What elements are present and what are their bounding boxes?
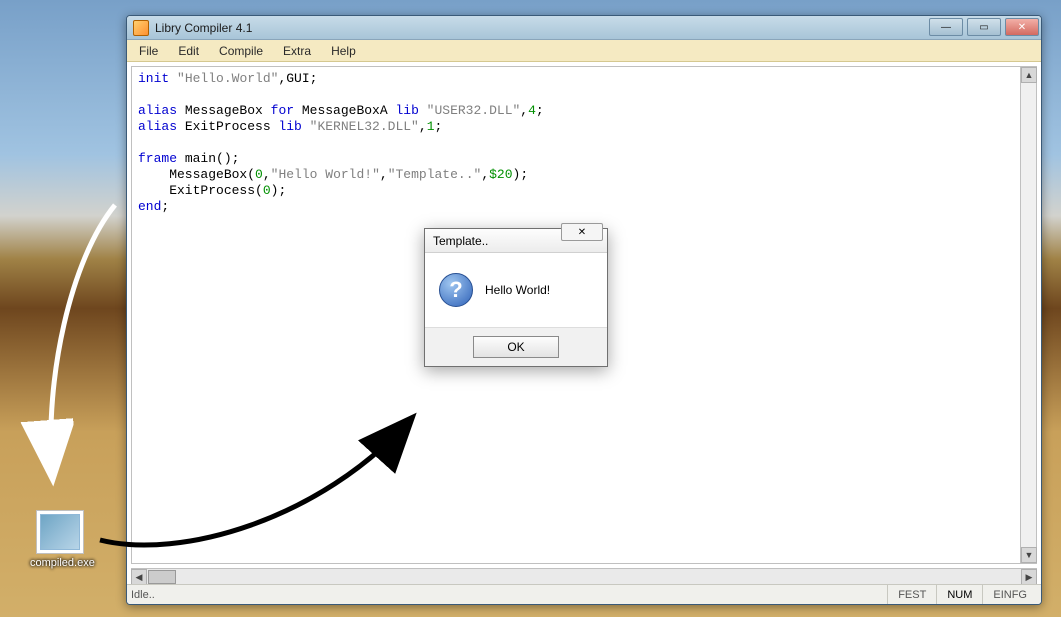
dialog-message: Hello World! — [485, 283, 550, 297]
app-icon — [133, 20, 149, 36]
window-title: Libry Compiler 4.1 — [155, 21, 252, 35]
status-num: NUM — [936, 585, 982, 604]
menu-compile[interactable]: Compile — [209, 42, 273, 60]
status-text: Idle.. — [131, 589, 887, 601]
scroll-down-icon[interactable]: ▼ — [1021, 547, 1037, 563]
status-fest: FEST — [887, 585, 936, 604]
scroll-left-icon[interactable]: ◀ — [131, 569, 147, 585]
statusbar: Idle.. FEST NUM EINFG — [127, 584, 1041, 604]
messagebox-dialog: ✕ Template.. ? Hello World! OK — [424, 228, 608, 367]
file-icon — [36, 510, 84, 554]
question-icon: ? — [439, 273, 473, 307]
desktop-icon-label: compiled.exe — [30, 557, 90, 569]
titlebar[interactable]: Libry Compiler 4.1 — ▭ ✕ — [127, 16, 1041, 40]
menu-extra[interactable]: Extra — [273, 42, 321, 60]
desktop-icon-compiled-exe[interactable]: compiled.exe — [30, 510, 90, 569]
menu-file[interactable]: File — [129, 42, 168, 60]
menu-edit[interactable]: Edit — [168, 42, 209, 60]
close-button[interactable]: ✕ — [1005, 18, 1039, 36]
dialog-close-button[interactable]: ✕ — [561, 223, 603, 241]
scroll-thumb[interactable] — [148, 570, 176, 584]
close-icon: ✕ — [578, 227, 586, 238]
minimize-button[interactable]: — — [929, 18, 963, 36]
vertical-scrollbar[interactable]: ▲ ▼ — [1020, 67, 1036, 563]
maximize-button[interactable]: ▭ — [967, 18, 1001, 36]
ok-button[interactable]: OK — [473, 336, 559, 358]
menu-help[interactable]: Help — [321, 42, 366, 60]
horizontal-scrollbar[interactable]: ◀ ▶ — [131, 568, 1037, 584]
scroll-up-icon[interactable]: ▲ — [1021, 67, 1037, 83]
scroll-right-icon[interactable]: ▶ — [1021, 569, 1037, 585]
menubar: File Edit Compile Extra Help — [127, 40, 1041, 62]
status-einfg: EINFG — [982, 585, 1037, 604]
